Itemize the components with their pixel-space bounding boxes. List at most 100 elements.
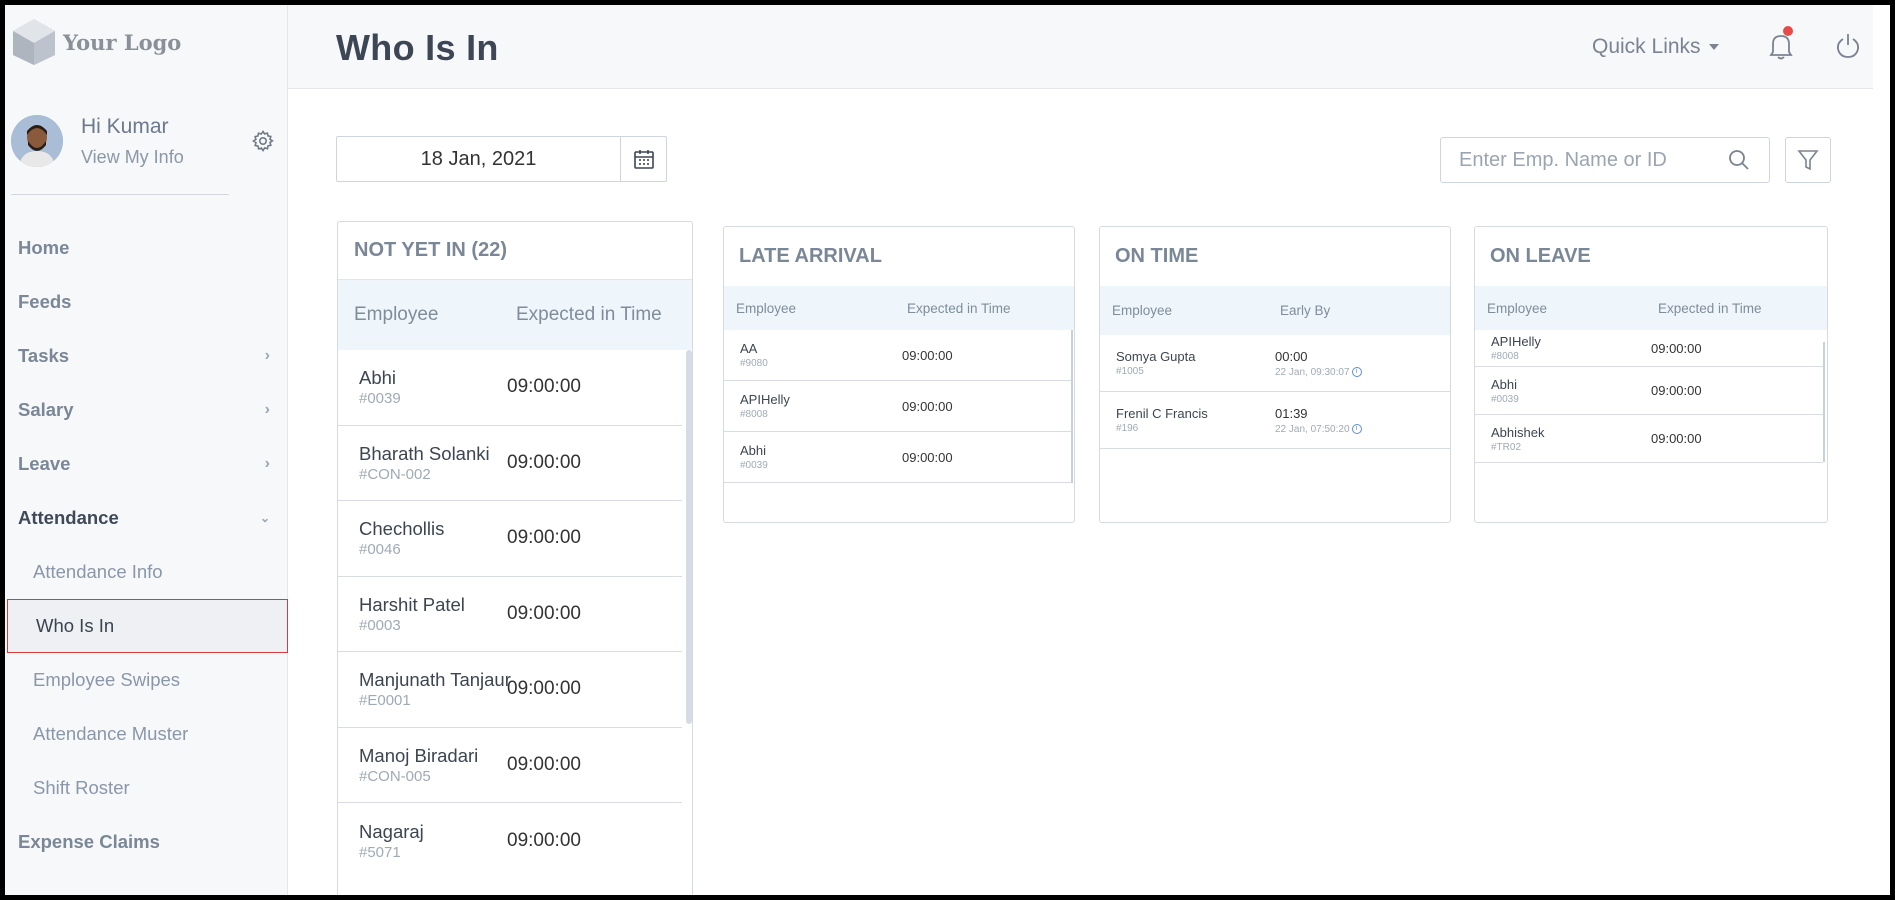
employee-name: Harshit Patel [359, 593, 465, 615]
sidebar-item-expense-claims[interactable]: Expense Claims [5, 815, 288, 869]
search-icon[interactable] [1727, 148, 1751, 172]
sidebar-item-salary[interactable]: Salary › [5, 383, 288, 437]
info-icon[interactable]: i [1351, 423, 1362, 434]
employee-id: #E0001 [359, 692, 411, 710]
employee-id: #CON-005 [359, 767, 431, 785]
view-my-info-link[interactable]: View My Info [81, 147, 184, 168]
expected-time: 09:00:00 [507, 753, 581, 775]
expected-time: 09:00:00 [1651, 383, 1702, 398]
user-profile: Hi Kumar View My Info [11, 111, 276, 171]
panel-title: LATE ARRIVAL [739, 245, 882, 267]
sidebar-item-tasks[interactable]: Tasks › [5, 329, 288, 383]
notification-dot [1783, 26, 1793, 36]
column-header-employee: Employee [1487, 300, 1548, 316]
bell-icon[interactable] [1767, 31, 1795, 61]
table-row[interactable]: Somya Gupta #1005 00:00 22 Jan, 09:30:07 i [1100, 335, 1450, 392]
expected-time: 09:00:00 [1651, 431, 1702, 446]
sidebar-subitem-employee-swipes[interactable]: Employee Swipes [5, 653, 288, 707]
sidebar-subitem-attendance-info[interactable]: Attendance Info [5, 545, 288, 599]
employee-id: #8008 [740, 409, 768, 420]
table-header: Employee Early By [1100, 286, 1450, 335]
table-row[interactable]: APIHelly #8008 09:00:00 [1475, 330, 1823, 367]
table-row[interactable]: Abhi #0039 09:00:00 [1475, 367, 1823, 415]
on-leave-panel: ON LEAVE Employee Expected in Time APIHe… [1474, 226, 1828, 523]
quick-links-dropdown[interactable]: Quick Links [1592, 35, 1719, 59]
table-row[interactable]: APIHelly #8008 09:00:00 [724, 381, 1072, 432]
on-time-panel: ON TIME Employee Early By Somya Gupta #10… [1099, 226, 1451, 523]
employee-name: Somya Gupta [1116, 349, 1196, 364]
avatar-image [11, 115, 63, 167]
employee-search[interactable] [1440, 137, 1770, 183]
search-input[interactable] [1441, 138, 1721, 182]
sidebar-item-label: Employee Swipes [33, 669, 181, 690]
employee-name: Chechollis [359, 518, 445, 540]
scrollbar[interactable] [686, 350, 692, 724]
table-row[interactable]: AA #9080 09:00:00 [724, 330, 1072, 381]
employee-name: AA [740, 341, 758, 356]
table-row[interactable]: Manjunath Tanjaur #E0001 09:00:00 [338, 652, 682, 728]
column-header-time: Early By [1280, 303, 1331, 318]
employee-id: #5071 [359, 843, 401, 861]
filter-button[interactable] [1785, 137, 1831, 183]
swipe-time: 22 Jan, 07:50:20 [1275, 423, 1350, 435]
column-header-employee: Employee [1112, 303, 1173, 318]
employee-id: #1005 [1116, 366, 1144, 377]
avatar[interactable] [11, 115, 63, 167]
employee-id: #0039 [740, 460, 768, 471]
calendar-button[interactable] [621, 137, 667, 181]
table-row[interactable]: Abhi #0039 09:00:00 [724, 432, 1072, 483]
sidebar-item-label: Shift Roster [33, 777, 130, 798]
table-row[interactable]: Abhishek #TR02 09:00:00 [1475, 415, 1823, 463]
employee-id: #9080 [740, 358, 768, 369]
table-row[interactable]: Frenil C Francis #196 01:39 22 Jan, 07:50:… [1100, 392, 1450, 449]
sidebar-item-label: Leave [18, 453, 71, 474]
sidebar-item-label: Attendance Info [33, 561, 163, 582]
date-picker[interactable]: 18 Jan, 2021 [336, 136, 667, 182]
employee-id: #CON-002 [359, 465, 431, 483]
employee-id: #0046 [359, 541, 401, 559]
scrollbar[interactable] [1823, 342, 1825, 462]
sidebar-item-label: Home [18, 237, 70, 258]
employee-id: #8008 [1491, 351, 1519, 362]
table-row[interactable]: Manoj Biradari #CON-005 09:00:00 [338, 728, 682, 803]
sidebar-subitem-who-is-in[interactable]: Who Is In [7, 599, 288, 653]
employee-id: #196 [1116, 423, 1139, 434]
sidebar-subitem-attendance-muster[interactable]: Attendance Muster [5, 707, 288, 761]
app-frame: Your Logo Hi Kumar View My Info Home Fee… [0, 0, 1895, 900]
column-header-employee: Employee [354, 304, 439, 325]
sidebar-item-home[interactable]: Home [5, 221, 288, 275]
table-row[interactable]: Bharath Solanki #CON-002 09:00:00 [338, 426, 682, 501]
calendar-icon [634, 150, 654, 169]
logo-text: Your Logo [63, 29, 182, 55]
logo-icon [13, 19, 55, 65]
employee-name: Abhi [740, 443, 767, 458]
table-row[interactable]: Chechollis #0046 09:00:00 [338, 501, 682, 577]
table-row[interactable]: Harshit Patel #0003 09:00:00 [338, 577, 682, 652]
employee-name: Abhishek [1491, 424, 1545, 440]
gear-icon[interactable] [251, 129, 275, 153]
table-row[interactable]: Nagaraj #5071 09:00:00 [338, 803, 682, 879]
employee-name: Nagaraj [359, 820, 424, 842]
logo[interactable]: Your Logo [11, 17, 181, 67]
sidebar-divider [11, 194, 229, 195]
sidebar-item-leave[interactable]: Leave › [5, 437, 288, 491]
employee-name: Abhi [359, 367, 397, 389]
sidebar-item-attendance[interactable]: Attendance ⌄ [5, 491, 288, 545]
sidebar-item-label: Attendance [18, 507, 119, 528]
date-value[interactable]: 18 Jan, 2021 [337, 137, 621, 181]
employee-id: #TR02 [1491, 441, 1522, 453]
early-by-time: 01:39 [1275, 405, 1308, 421]
panel-title: ON TIME [1115, 245, 1199, 267]
table-row[interactable]: Abhi #0039 09:00:00 [338, 350, 682, 426]
power-icon[interactable] [1834, 31, 1862, 61]
user-greeting: Hi Kumar [81, 115, 169, 138]
expected-time: 09:00:00 [507, 829, 581, 851]
sidebar-subitem-shift-roster[interactable]: Shift Roster [5, 761, 288, 815]
sidebar-item-feeds[interactable]: Feeds [5, 275, 288, 329]
table-header: Employee Expected in Time [1475, 286, 1827, 330]
expected-time: 09:00:00 [507, 376, 581, 398]
scrollbar[interactable] [1071, 330, 1073, 483]
column-header-time: Expected in Time [516, 304, 662, 325]
info-icon[interactable]: i [1351, 366, 1362, 377]
sidebar: Your Logo Hi Kumar View My Info Home Fee… [5, 5, 288, 895]
